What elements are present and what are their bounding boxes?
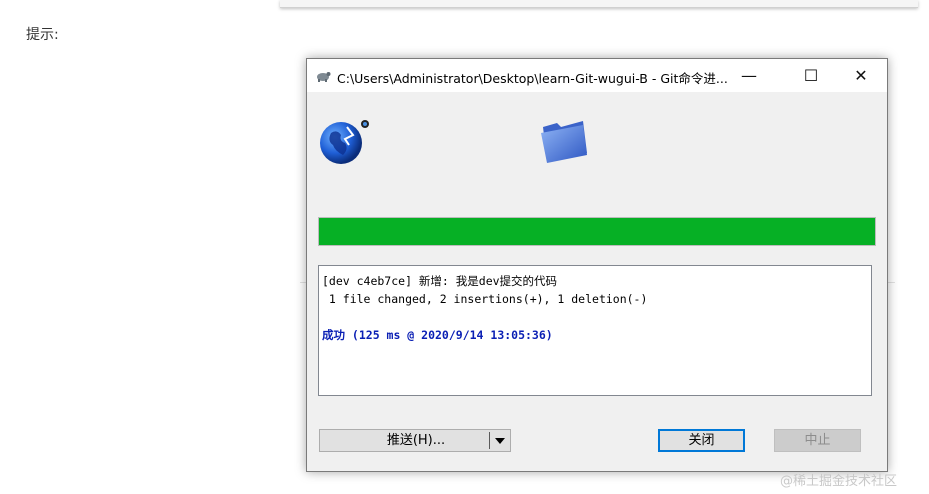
success-label: 成功 (322, 328, 345, 342)
log-line-commit: [dev c4eb7ce] 新增: 我是dev提交的代码 (322, 274, 558, 288)
globe-icon (319, 115, 371, 171)
git-command-progress-dialog: C:\Users\Administrator\Desktop\learn-Git… (306, 58, 888, 472)
progress-bar-fill (319, 218, 875, 245)
background-divider (887, 282, 895, 283)
log-line-success: 成功 (125 ms @ 2020/9/14 13:05:36) (322, 326, 871, 344)
minimize-button[interactable]: — (726, 59, 772, 92)
close-button[interactable]: 关闭 (658, 429, 745, 452)
maximize-button[interactable]: ☐ (788, 59, 834, 92)
log-line-summary: 1 file changed, 2 insertions(+), 1 delet… (322, 292, 648, 306)
window-title: C:\Users\Administrator\Desktop\learn-Git… (337, 71, 728, 86)
progress-bar (318, 217, 876, 246)
push-button[interactable]: 推送(H)... (319, 429, 511, 452)
background-window-edge (280, 0, 918, 8)
close-window-button[interactable]: ✕ (838, 59, 884, 92)
success-detail: (125 ms @ 2020/9/14 13:05:36) (345, 328, 553, 342)
hint-label: 提示: (26, 27, 59, 43)
push-button-label: 推送(H)... (386, 433, 446, 448)
dropdown-arrow-icon[interactable] (495, 438, 505, 444)
watermark: @稀土掘金技术社区 (780, 474, 898, 489)
abort-button: 中止 (774, 429, 861, 452)
git-tortoise-icon (315, 68, 331, 87)
push-button-separator (489, 432, 490, 449)
folder-icon (539, 117, 589, 167)
output-log[interactable]: [dev c4eb7ce] 新增: 我是dev提交的代码 1 file chan… (318, 265, 872, 396)
title-bar[interactable]: C:\Users\Administrator\Desktop\learn-Git… (307, 59, 887, 92)
